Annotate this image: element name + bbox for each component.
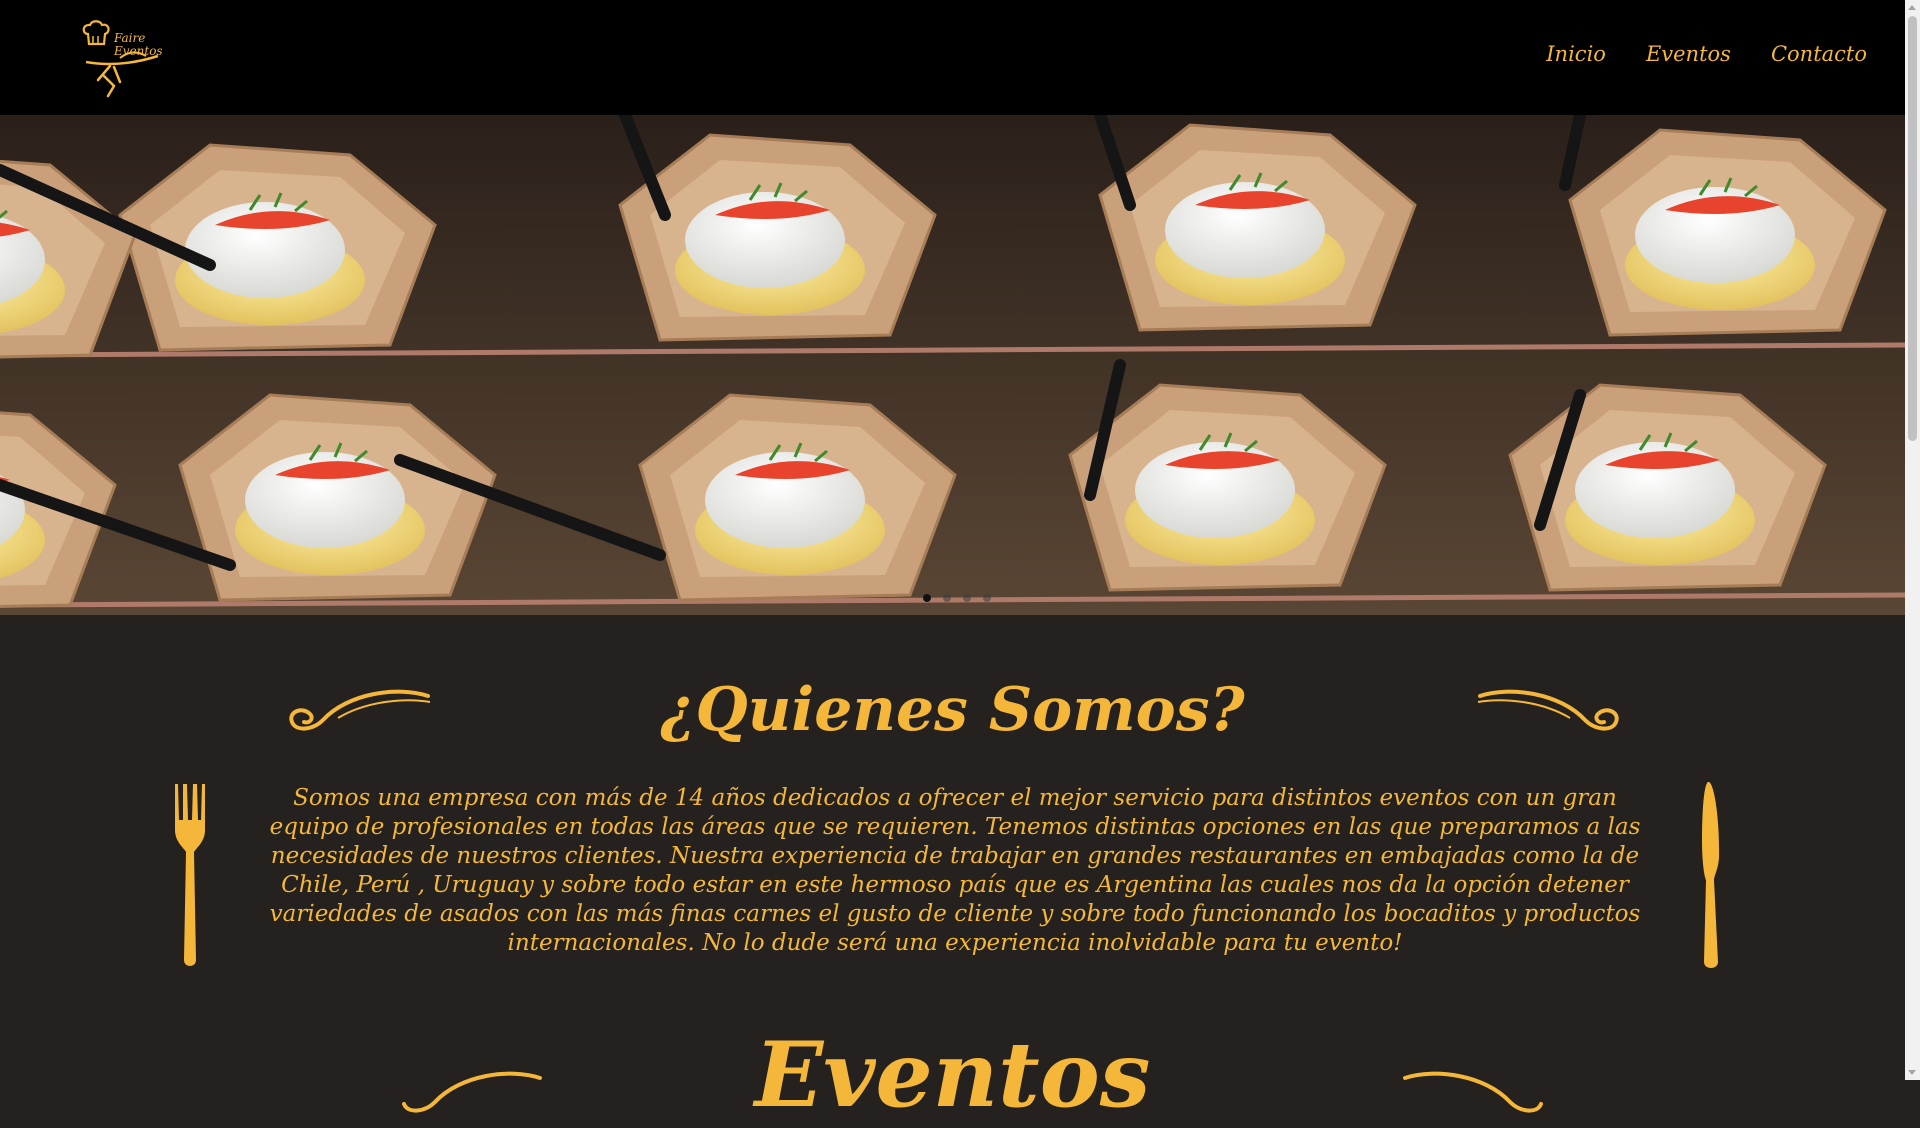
nav-inicio[interactable]: Inicio <box>1546 42 1606 66</box>
nav-contacto[interactable]: Contacto <box>1771 42 1867 66</box>
about-description: Somos una empresa con más de 14 años ded… <box>269 785 1641 956</box>
scroll-thumb[interactable] <box>1908 16 1917 441</box>
slider-dot-2[interactable] <box>943 594 951 602</box>
slider-dot-1[interactable] <box>923 594 931 602</box>
knife-icon <box>1702 781 1720 968</box>
flourish-ornament-icon <box>1403 1071 1543 1113</box>
page-scrollbar[interactable] <box>1905 0 1920 1080</box>
events-title: Eventos <box>754 1022 1151 1128</box>
slider-dot-3[interactable] <box>963 594 971 602</box>
logo-line-2: Eventos <box>114 44 163 58</box>
hero-slider[interactable] <box>0 115 1905 615</box>
scroll-up-arrow-icon[interactable] <box>1908 5 1916 10</box>
slider-dot-4[interactable] <box>983 594 991 602</box>
logo-wordmark: Faire Eventos <box>114 32 163 58</box>
main-nav: Inicio Eventos Contacto <box>1546 42 1867 66</box>
nav-eventos[interactable]: Eventos <box>1646 42 1731 66</box>
slider-dots <box>923 594 991 602</box>
faire-eventos-logo[interactable]: Faire Eventos <box>80 20 170 100</box>
flourish-ornament-icon <box>1477 689 1619 731</box>
scroll-down-arrow-icon[interactable] <box>1908 1070 1916 1075</box>
catering-food-photo <box>0 115 1905 615</box>
fork-icon <box>175 784 205 966</box>
site-header: Faire Eventos Inicio Eventos Contacto <box>0 0 1905 115</box>
